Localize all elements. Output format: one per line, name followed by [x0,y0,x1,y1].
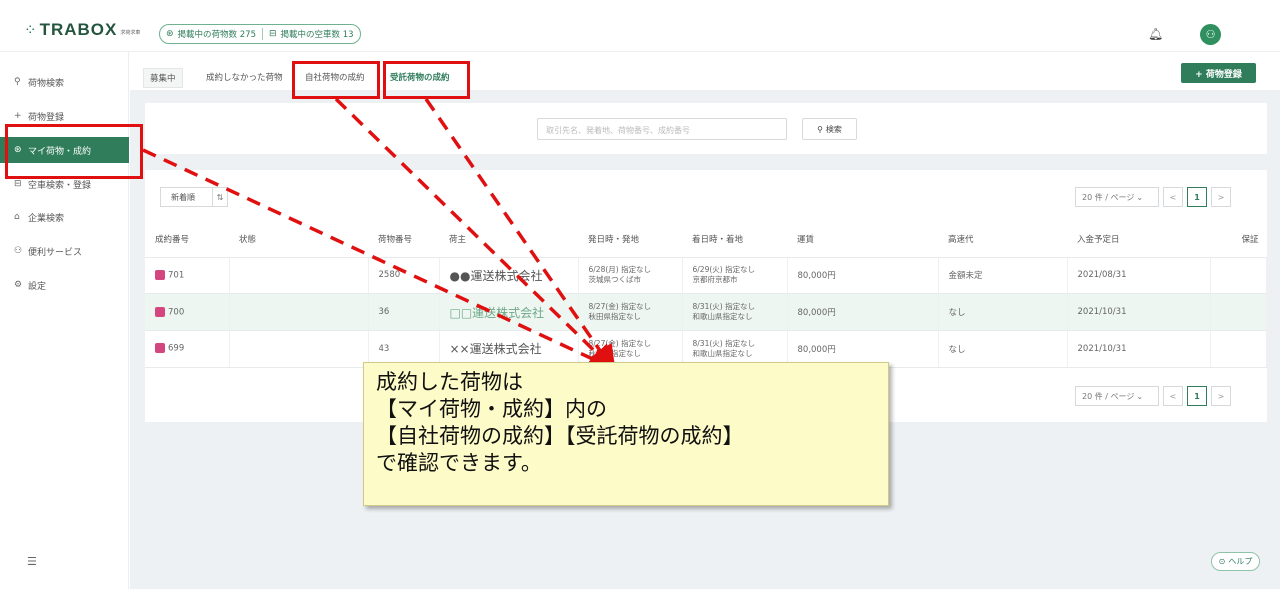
guarantee-cell [1210,330,1267,368]
help-button[interactable]: ⊙ ヘルプ [1211,552,1260,571]
register-cargo-button[interactable]: + 荷物登録 [1181,63,1256,83]
page-size-select[interactable]: 20 件 / ページ ⌄ [1075,187,1159,207]
contract-badge-icon [155,343,165,354]
status-cell [229,293,369,331]
sort-icon[interactable]: ⇅ [212,188,227,206]
chevron-down-icon: ⌄ [1136,192,1144,202]
col-shipper: 荷主 [439,222,578,258]
search-input[interactable]: 取引先名、発着地、荷物番号、成約番号 [537,118,787,140]
question-icon: ⊙ [1218,557,1226,566]
sort-select[interactable]: 新着順 ⇅ [160,187,228,207]
page-size-select[interactable]: 20 件 / ページ ⌄ [1075,386,1159,406]
table-row[interactable]: 701 2580 ●●運送株式会社 6/28(月) 指定なし 茨城県つくば市 6/… [145,257,1267,295]
status-cell [229,257,369,295]
contract-no-cell[interactable]: 700 [145,293,230,331]
next-page-button[interactable]: > [1211,386,1231,406]
trabox-logo[interactable]: ⁘ TRABOX 求荷求車 [24,20,140,40]
table-header-row: 成約番号 状態 荷物番号 荷主 発日時・発地 着日時・着地 運賃 高速代 入金予… [145,222,1267,258]
col-cargo-no: 荷物番号 [368,222,439,258]
guarantee-cell [1210,293,1267,331]
contracts-table: 成約番号 状態 荷物番号 荷主 発日時・発地 着日時・着地 運賃 高速代 入金予… [145,222,1267,368]
search-icon: ⚲ [14,77,21,87]
guarantee-cell [1210,257,1267,295]
payment-date-cell: 2021/08/31 [1067,257,1211,295]
departure-cell: 6/28(月) 指定なし 茨城県つくば市 [578,257,683,295]
truck-count-stat[interactable]: ⊟ 掲載中の空車数 13 [261,28,360,40]
top-header: ⁘ TRABOX 求荷求車 ⊛ 掲載中の荷物数 275 ⊟ 掲載中の空車数 13… [0,0,1280,52]
sidebar-item-settings[interactable]: ⚙ 設定 [0,272,129,298]
top-pagination: 20 件 / ページ ⌄ < 1 > [1075,187,1231,207]
prev-page-button[interactable]: < [1163,386,1183,406]
truck-icon: ⊟ [14,179,22,189]
contract-badge-icon [155,306,165,317]
annotation-highlight-sidebar [5,124,143,179]
people-icon: ⚇ [14,246,23,256]
search-button[interactable]: ⚲ 検索 [802,118,857,140]
shipper-cell[interactable]: □□運送株式会社 [439,293,579,331]
sidebar-collapse-icon[interactable]: ☰ [27,555,37,568]
plus-icon: + [14,111,22,121]
logo-text: TRABOX [39,20,118,39]
bell-icon[interactable]: 🔔︎ [1148,27,1163,41]
col-status: 状態 [229,222,368,258]
sidebar-item-company-search[interactable]: ⌂ 企業検索 [0,204,129,230]
table-row[interactable]: 700 36 □□運送株式会社 8/27(金) 指定なし 秋田県指定なし 8/31… [145,293,1267,331]
fare-cell: 80,000円 [787,257,939,295]
listing-stats: ⊛ 掲載中の荷物数 275 ⊟ 掲載中の空車数 13 [159,24,361,44]
highway-fee-cell: なし [938,293,1068,331]
user-icon: ⚇ [1205,28,1216,41]
sidebar-item-cargo-search[interactable]: ⚲ 荷物検索 [0,69,129,95]
user-avatar[interactable]: ⚇ [1200,24,1221,45]
bottom-pagination: 20 件 / ページ ⌄ < 1 > [1075,386,1231,406]
contract-no-cell[interactable]: 701 [145,257,230,295]
highway-fee-cell: 金額未定 [938,257,1068,295]
col-guarantee: 保証 [1210,222,1267,258]
col-highway-fee: 高速代 [938,222,1067,258]
page-number-button[interactable]: 1 [1187,386,1207,406]
status-cell [229,330,369,368]
search-panel: 取引先名、発着地、荷物番号、成約番号 ⚲ 検索 [145,103,1267,154]
next-page-button[interactable]: > [1211,187,1231,207]
gear-icon: ⚙ [14,280,23,290]
highway-fee-cell: なし [938,330,1068,368]
prev-page-button[interactable]: < [1163,187,1183,207]
building-icon: ⌂ [14,212,20,222]
shipper-cell[interactable]: ●●運送株式会社 [439,257,579,295]
cargo-count-stat[interactable]: ⊛ 掲載中の荷物数 275 [160,28,262,40]
contract-badge-icon [155,270,165,281]
col-departure: 発日時・発地 [578,222,682,258]
search-icon: ⚲ [817,124,823,134]
main-content: 募集中 成約しなかった荷物 自社荷物の成約 受託荷物の成約 + 荷物登録 取引先… [130,52,1280,589]
page-number-button[interactable]: 1 [1187,187,1207,207]
tab-recruiting[interactable]: 募集中 [143,68,183,88]
contract-no-cell[interactable]: 699 [145,330,230,368]
col-arrival: 着日時・着地 [682,222,787,258]
col-contract-no[interactable]: 成約番号 [145,222,229,258]
logo-subtext: 求荷求車 [120,30,141,36]
fare-cell: 80,000円 [787,293,939,331]
payment-date-cell: 2021/10/31 [1067,330,1211,368]
col-payment-date: 入金予定日 [1067,222,1210,258]
annotation-highlight-entrusted-tab [383,61,470,99]
box-icon: ⊛ [166,29,174,39]
cargo-no-cell[interactable]: 2580 [368,257,440,295]
tab-not-contracted[interactable]: 成約しなかった荷物 [206,71,283,83]
sidebar-item-services[interactable]: ⚇ 便利サービス [0,238,129,264]
chevron-down-icon: ⌄ [1136,391,1144,401]
annotation-callout: 成約した荷物は 【マイ荷物・成約】内の 【自社荷物の成約】【受託荷物の成約】 で… [363,362,889,506]
logo-mark-icon: ⁘ [24,21,37,39]
payment-date-cell: 2021/10/31 [1067,293,1211,331]
arrival-cell: 6/29(火) 指定なし 京都府京都市 [682,257,788,295]
annotation-highlight-own-tab [292,61,380,99]
col-fare: 運賃 [787,222,938,258]
arrival-cell: 8/31(火) 指定なし 和歌山県指定なし [682,293,788,331]
departure-cell: 8/27(金) 指定なし 秋田県指定なし [578,293,683,331]
truck-icon: ⊟ [268,29,277,39]
cargo-no-cell[interactable]: 36 [368,293,440,331]
